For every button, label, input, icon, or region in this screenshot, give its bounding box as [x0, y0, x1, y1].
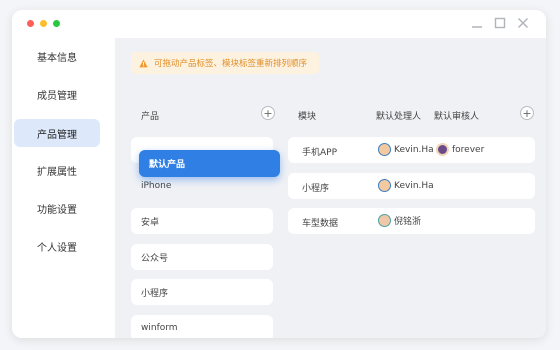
module-name: 小程序	[302, 184, 330, 194]
sidebar-item-function-settings[interactable]: 功能设置	[14, 194, 100, 222]
sidebar: 基本信息 成员管理 产品管理 扩展属性 功能设置 个人设置	[12, 38, 115, 338]
add-module-button[interactable]: +	[520, 106, 534, 120]
default-handler-header: 默认处理人	[376, 112, 422, 122]
module-row[interactable]: 小程序 Kevin.Ha	[288, 173, 535, 199]
avatar	[378, 179, 391, 192]
module-name: 手机APP	[302, 148, 338, 158]
product-label: 公众号	[141, 253, 169, 264]
maximize-dot[interactable]	[53, 20, 60, 27]
handler[interactable]: 倪铭浙	[378, 214, 421, 227]
sidebar-item-members[interactable]: 成员管理	[14, 80, 100, 108]
product-label: 小程序	[141, 288, 169, 299]
product-label: winform	[141, 323, 178, 333]
product-tag-mini-program[interactable]: 小程序	[131, 279, 273, 305]
avatar	[436, 143, 449, 156]
modules-header: 模块	[298, 112, 317, 122]
module-row[interactable]: 车型数据 倪铭浙	[288, 208, 535, 234]
avatar	[378, 143, 391, 156]
maximize-icon[interactable]	[493, 16, 507, 30]
products-header: 产品	[141, 112, 160, 122]
product-label: 默认产品	[149, 160, 186, 170]
warning-icon	[139, 58, 148, 68]
plus-icon: +	[522, 106, 532, 120]
product-tag-winform[interactable]: winform	[131, 315, 273, 338]
sidebar-item-label: 基本信息	[37, 52, 77, 64]
main-content: 可拖动产品标签、模块标签重新排列顺序 产品 + 默认产品 iPhone 安卓 公…	[115, 38, 546, 338]
drag-hint-notice: 可拖动产品标签、模块标签重新排列顺序	[131, 52, 319, 74]
sidebar-item-label: 功能设置	[37, 204, 77, 216]
sidebar-item-extended-attributes[interactable]: 扩展属性	[14, 156, 100, 184]
product-tag-android[interactable]: 安卓	[131, 208, 273, 234]
plus-icon: +	[263, 106, 273, 120]
minimize-icon[interactable]	[470, 16, 484, 30]
sidebar-item-label: 扩展属性	[37, 166, 77, 178]
app-window: 基本信息 成员管理 产品管理 扩展属性 功能设置 个人设置 可拖动产品标签、模块…	[12, 10, 546, 338]
add-product-button[interactable]: +	[261, 106, 275, 120]
dragging-product-tag[interactable]: 默认产品	[139, 150, 280, 177]
handler[interactable]: Kevin.Ha	[378, 179, 434, 192]
module-name: 车型数据	[302, 219, 339, 229]
sidebar-item-label: 个人设置	[37, 242, 77, 254]
avatar	[378, 214, 391, 227]
default-reviewer-header: 默认审核人	[434, 112, 480, 122]
sidebar-item-products[interactable]: 产品管理	[14, 119, 100, 147]
handler-name: Kevin.Ha	[394, 180, 434, 191]
sidebar-item-label: 产品管理	[37, 129, 77, 141]
product-label: iPhone	[141, 181, 172, 191]
title-bar	[12, 10, 546, 38]
close-icon[interactable]	[516, 16, 530, 30]
product-label: 安卓	[141, 217, 160, 228]
handler-name: Kevin.Ha	[394, 144, 434, 155]
sidebar-item-basic-info[interactable]: 基本信息	[14, 42, 100, 70]
minimize-dot[interactable]	[40, 20, 47, 27]
sidebar-item-personal-settings[interactable]: 个人设置	[14, 232, 100, 260]
notice-text: 可拖动产品标签、模块标签重新排列顺序	[154, 59, 308, 69]
reviewer[interactable]: forever	[436, 143, 484, 156]
module-row[interactable]: 手机APP Kevin.Ha forever	[288, 137, 535, 163]
sidebar-item-label: 成员管理	[37, 90, 77, 102]
product-tag-official-account[interactable]: 公众号	[131, 244, 273, 270]
close-dot[interactable]	[27, 20, 34, 27]
handler-name: 倪铭浙	[394, 217, 422, 227]
handler[interactable]: Kevin.Ha	[378, 143, 434, 156]
reviewer-name: forever	[452, 144, 485, 155]
